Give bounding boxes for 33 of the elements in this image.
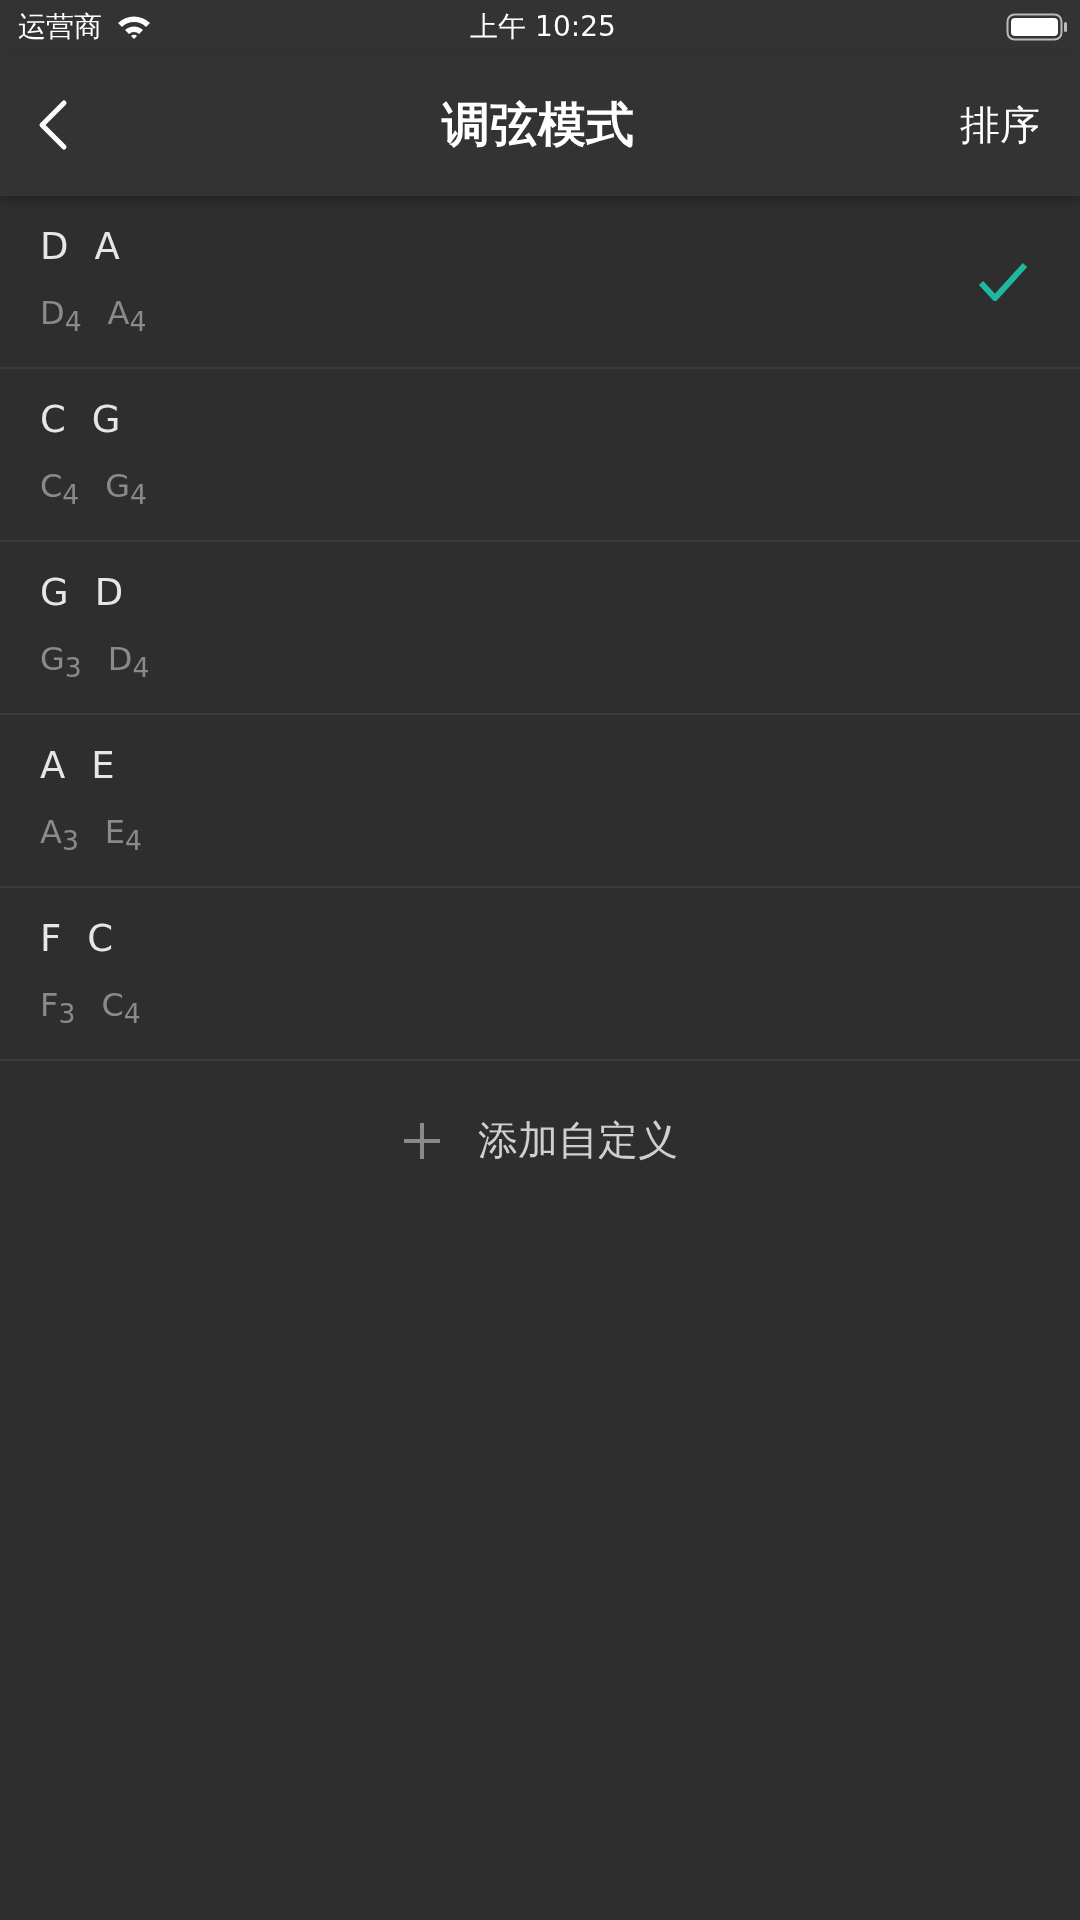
- string-pitch: G$_{4}$: [105, 467, 148, 511]
- page-title: 调弦模式: [442, 95, 634, 154]
- string-pitch: C$_{4}$: [101, 986, 141, 1030]
- string-pitch: A$_{4}$: [107, 294, 147, 338]
- string-pitch: F$_{3}$: [40, 986, 76, 1030]
- plus-icon: [402, 1120, 442, 1161]
- string-pitch: G$_{3}$: [40, 640, 82, 684]
- string-pitch: C$_{4}$: [40, 467, 80, 511]
- string-note: C: [87, 917, 114, 961]
- wifi-icon: [116, 14, 152, 40]
- string-note: G: [91, 398, 121, 442]
- tuning-row[interactable]: A E A$_{3}$ E$_{4}$: [0, 715, 1080, 888]
- string-pitch: E$_{4}$: [104, 813, 143, 857]
- string-note: G: [40, 571, 69, 615]
- tuning-row[interactable]: D A D$_{4}$ A$_{4}$: [0, 196, 1080, 369]
- string-note: F: [40, 917, 62, 961]
- tuning-row[interactable]: F C F$_{3}$ C$_{4}$: [0, 888, 1080, 1061]
- string-note: C: [40, 398, 66, 442]
- string-note: A: [40, 744, 66, 788]
- string-note: D: [94, 571, 124, 615]
- tuning-row[interactable]: G D G$_{3}$ D$_{4}$: [0, 542, 1080, 715]
- add-custom-button[interactable]: 添加自定义: [392, 1103, 688, 1178]
- string-pitch: A$_{3}$: [40, 813, 79, 857]
- tuning-row[interactable]: C G C$_{4}$ G$_{4}$: [0, 369, 1080, 542]
- string-pitch: D$_{4}$: [40, 294, 82, 338]
- carrier-name: 运营商: [18, 9, 102, 45]
- string-note: E: [91, 744, 115, 788]
- sort-button[interactable]: 排序: [960, 97, 1040, 153]
- string-note: D: [40, 225, 69, 269]
- status-time: 上午 10:25: [470, 9, 616, 45]
- string-note: A: [94, 225, 120, 269]
- string-pitch: D$_{4}$: [107, 640, 150, 684]
- battery-icon: [1006, 13, 1068, 41]
